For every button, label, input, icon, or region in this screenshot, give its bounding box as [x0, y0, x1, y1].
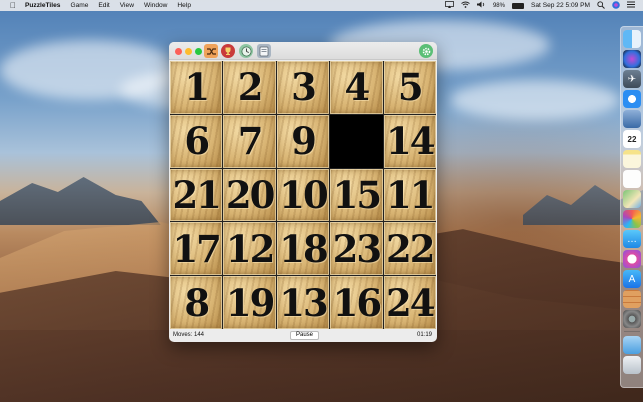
menu-edit[interactable]: Edit: [98, 0, 109, 11]
airplay-icon[interactable]: [445, 1, 454, 10]
puzzle-tile[interactable]: 15: [330, 168, 383, 222]
puzzle-tile[interactable]: 12: [223, 222, 276, 276]
puzzle-tile[interactable]: 6: [170, 114, 223, 168]
puzzle-tile[interactable]: 8: [170, 276, 223, 329]
puzzle-tile[interactable]: 21: [170, 168, 223, 222]
puzzle-tile[interactable]: 13: [276, 276, 330, 329]
battery-level: [512, 3, 523, 8]
minimize-button[interactable]: [185, 48, 192, 55]
trophy-icon[interactable]: [221, 44, 235, 58]
puzzle-board: 1 2 3 4 5 6 7 9 14 21 20 10 15 11 17 12 18 23 22 8 19 13 16 24: [170, 61, 436, 329]
puzzle-tile[interactable]: 19: [223, 276, 276, 329]
game-timer: 01:19: [416, 332, 432, 338]
battery-percent: 98%: [492, 2, 505, 9]
puzzletiles-icon[interactable]: [623, 290, 641, 308]
puzzle-tile[interactable]: 17: [170, 222, 223, 276]
status-bar: Moves: 144 Pause 01:19: [169, 329, 437, 342]
puzzle-tile[interactable]: 24: [383, 276, 436, 329]
puzzle-tile[interactable]: 4: [330, 61, 383, 114]
puzzle-tile[interactable]: 23: [330, 222, 383, 276]
clock[interactable]: Sat Sep 22 5:09 PM: [531, 2, 590, 9]
menu-help[interactable]: Help: [177, 0, 191, 11]
puzzle-tile[interactable]: 14: [383, 114, 436, 168]
close-button[interactable]: [175, 48, 182, 55]
siri-icon[interactable]: [623, 50, 641, 68]
puzzle-tile[interactable]: 20: [223, 168, 276, 222]
zoom-button[interactable]: [195, 48, 202, 55]
puzzle-tile[interactable]: 7: [223, 114, 276, 168]
dock: ✈ 22 … ♪ A: [620, 26, 643, 388]
preview-icon[interactable]: [623, 110, 641, 128]
finder-icon[interactable]: [623, 30, 641, 48]
launchpad-icon[interactable]: ✈: [623, 70, 641, 88]
system-preferences-icon[interactable]: [623, 310, 641, 328]
window-toolbar: [169, 42, 437, 60]
volume-icon[interactable]: [476, 1, 486, 10]
puzzle-tile[interactable]: 11: [383, 168, 436, 222]
safari-icon[interactable]: [623, 90, 641, 108]
puzzletiles-window: 1 2 3 4 5 6 7 9 14 21 20 10 15 11 17 12 18 23 22 8 19 13 16 24 …: [169, 42, 437, 342]
puzzle-tile[interactable]: 5: [383, 61, 436, 114]
menu-view[interactable]: View: [120, 0, 134, 11]
downloads-icon[interactable]: [623, 336, 641, 354]
shuffle-icon[interactable]: [204, 44, 218, 58]
puzzle-tile[interactable]: 18: [276, 222, 330, 276]
pause-button[interactable]: Pause: [290, 331, 320, 340]
itunes-icon[interactable]: ♪: [623, 250, 641, 268]
spotlight-icon[interactable]: [597, 0, 605, 11]
moves-counter: Moves: 144: [173, 332, 205, 338]
menu-window[interactable]: Window: [144, 0, 167, 11]
puzzle-tile[interactable]: 1: [170, 61, 223, 114]
app-store-icon[interactable]: A: [623, 270, 641, 288]
puzzle-tile[interactable]: 9: [276, 114, 330, 168]
puzzle-tile[interactable]: 2: [223, 61, 276, 114]
app-menu[interactable]: PuzzleTiles: [25, 0, 60, 11]
puzzle-tile[interactable]: 16: [330, 276, 383, 329]
menu-bar:  PuzzleTiles Game Edit View Window Help…: [0, 0, 643, 11]
maps-icon[interactable]: [623, 190, 641, 208]
gear-icon[interactable]: [419, 44, 433, 58]
wallpaper-cloud: [450, 80, 620, 120]
notes-icon[interactable]: [623, 150, 641, 168]
siri-icon[interactable]: [612, 0, 620, 11]
battery-icon[interactable]: [511, 2, 524, 9]
photo-icon[interactable]: [257, 44, 271, 58]
clock-icon[interactable]: [239, 44, 253, 58]
apple-menu-icon[interactable]: : [10, 0, 16, 11]
notification-center-icon[interactable]: [627, 1, 635, 10]
photos-icon[interactable]: [623, 210, 641, 228]
puzzle-tile[interactable]: 22: [383, 222, 436, 276]
calendar-icon[interactable]: 22: [623, 130, 641, 148]
wifi-icon[interactable]: [461, 1, 470, 10]
empty-slot[interactable]: [330, 114, 383, 168]
puzzle-tile[interactable]: 3: [276, 61, 330, 114]
trash-icon[interactable]: [623, 356, 641, 374]
puzzle-tile[interactable]: 10: [276, 168, 330, 222]
dock-separator: [624, 331, 640, 332]
menu-game[interactable]: Game: [70, 0, 88, 11]
messages-icon[interactable]: …: [623, 230, 641, 248]
reminders-icon[interactable]: [623, 170, 641, 188]
